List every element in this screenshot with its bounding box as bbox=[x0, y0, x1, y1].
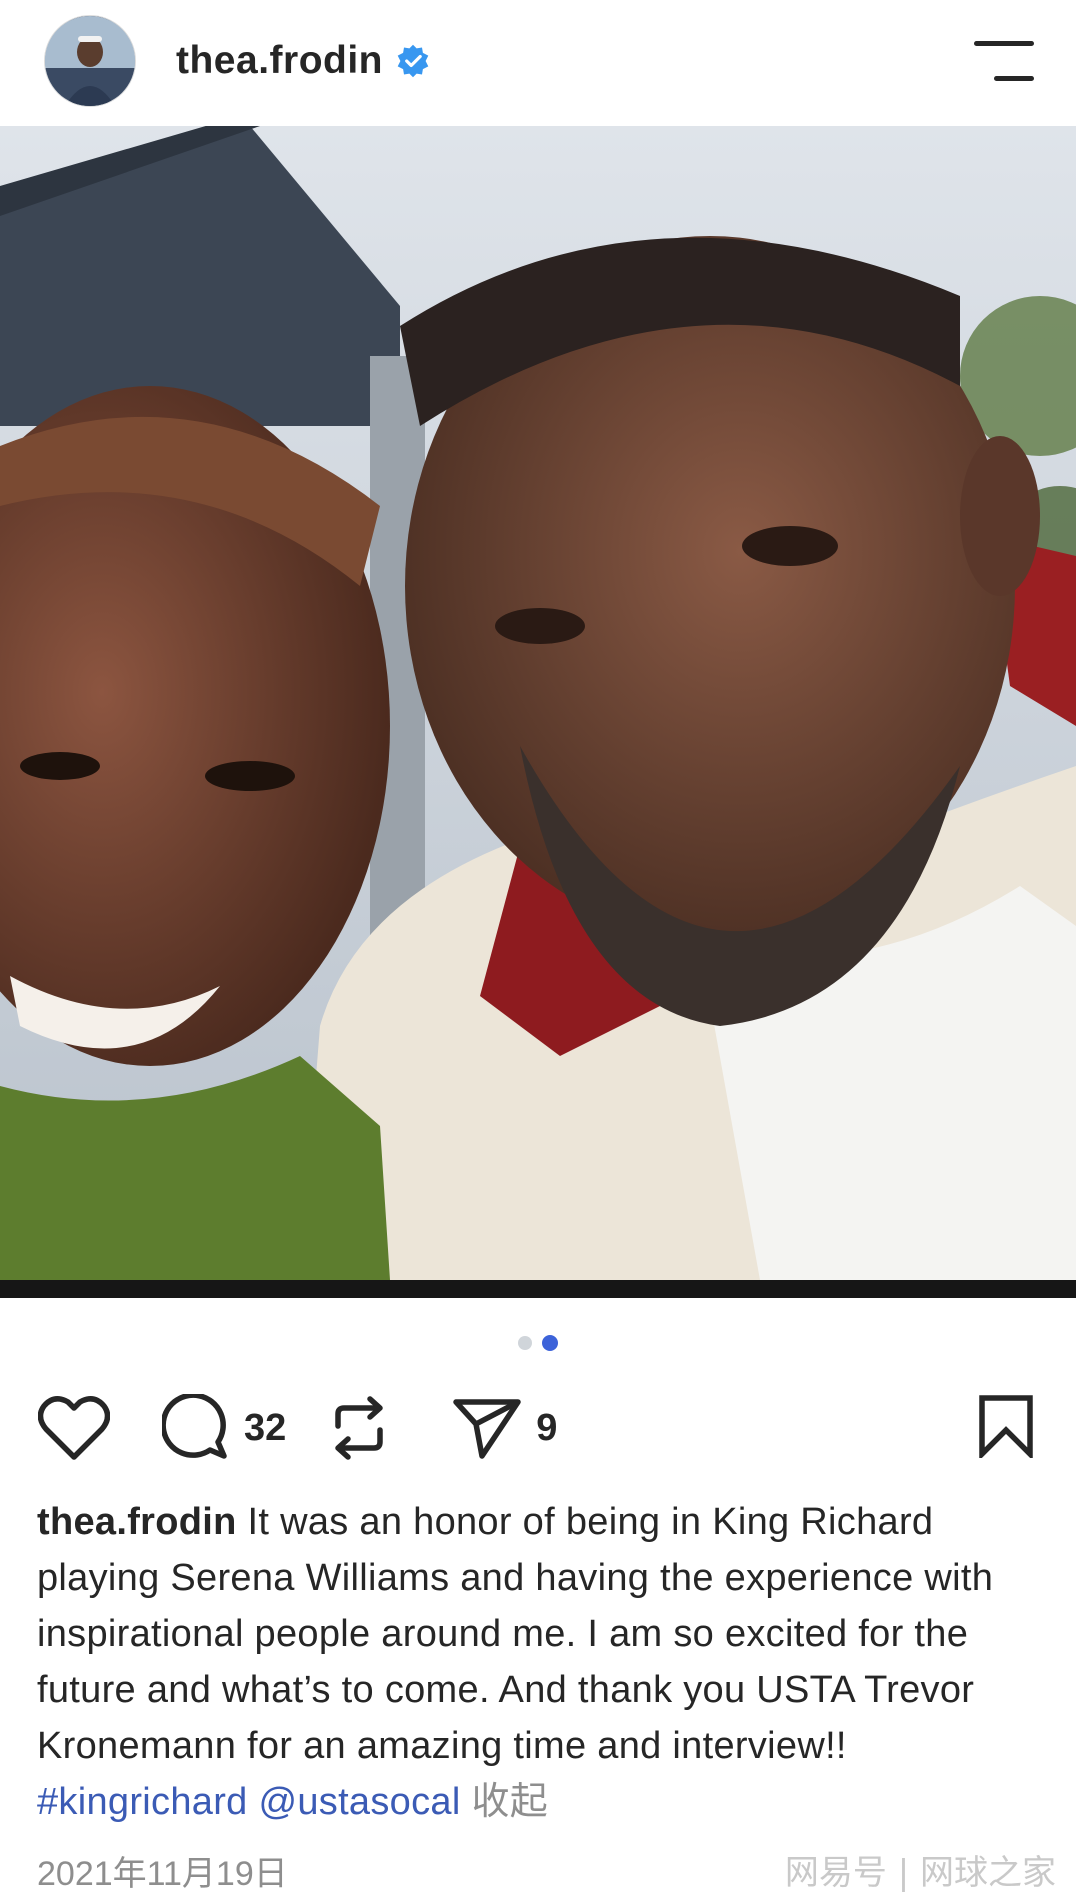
comment-icon bbox=[162, 1394, 227, 1459]
verified-badge-icon bbox=[395, 43, 431, 79]
menu-icon[interactable] bbox=[974, 41, 1034, 81]
caption-mention[interactable]: @ustasocal bbox=[258, 1781, 460, 1823]
repost-icon bbox=[335, 1396, 384, 1460]
post-header: thea.frodin bbox=[0, 0, 1076, 122]
comment-button[interactable]: 32 bbox=[162, 1394, 286, 1462]
share-button[interactable]: 9 bbox=[452, 1396, 557, 1460]
send-icon bbox=[453, 1399, 522, 1459]
bookmark-icon bbox=[979, 1394, 1033, 1461]
post-photo[interactable] bbox=[0, 126, 1076, 1280]
like-button[interactable] bbox=[38, 1395, 110, 1461]
photo-border bbox=[0, 1280, 1076, 1298]
action-bar: 32 9 bbox=[38, 1388, 1034, 1468]
post-date: 2021年11月19日 bbox=[37, 1855, 288, 1893]
post-caption: thea.frodin It was an honor of being in … bbox=[37, 1494, 1047, 1830]
collapse-button[interactable]: 收起 bbox=[471, 1781, 548, 1823]
heart-icon bbox=[38, 1396, 110, 1460]
watermark: 网易号 | 网球之家 bbox=[784, 1853, 1056, 1893]
repost-button[interactable] bbox=[328, 1394, 390, 1462]
carousel-dot[interactable] bbox=[518, 1336, 532, 1350]
profile-avatar[interactable] bbox=[44, 15, 136, 107]
share-count: 9 bbox=[536, 1406, 558, 1449]
header-username[interactable]: thea.frodin bbox=[176, 39, 383, 83]
caption-hashtag[interactable]: #kingrichard bbox=[37, 1781, 248, 1823]
caption-username[interactable]: thea.frodin bbox=[37, 1501, 237, 1543]
bookmark-button[interactable] bbox=[978, 1394, 1034, 1463]
carousel-indicator bbox=[0, 1335, 1076, 1351]
comment-count: 32 bbox=[244, 1406, 287, 1449]
carousel-dot-active[interactable] bbox=[542, 1335, 558, 1351]
